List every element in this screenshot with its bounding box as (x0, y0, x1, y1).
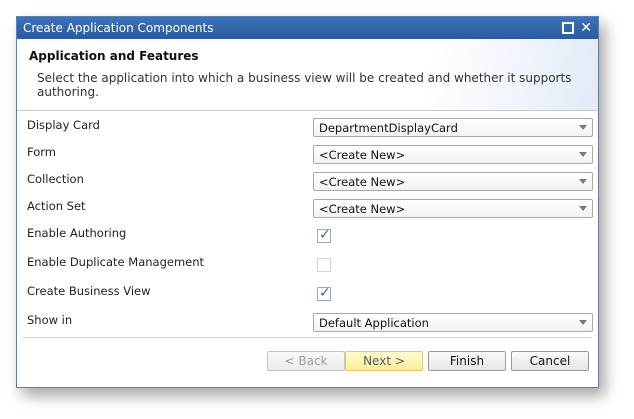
checkmark-icon: ✓ (319, 227, 331, 243)
display-card-select[interactable]: DepartmentDisplayCard (313, 118, 593, 137)
action-set-select[interactable]: <Create New> (313, 199, 593, 218)
collection-value: <Create New> (319, 175, 406, 189)
next-button[interactable]: Next > (345, 351, 423, 371)
chevron-down-icon[interactable] (574, 200, 592, 217)
wizard-step-title: Application and Features (29, 49, 199, 63)
display-card-label: Display Card (27, 118, 100, 132)
wizard-header: Application and Features Select the appl… (17, 39, 598, 111)
form-select[interactable]: <Create New> (313, 145, 593, 164)
create-application-components-dialog: Create Application Components ✕ Applicat… (16, 16, 599, 388)
form-label: Form (27, 145, 56, 159)
create-business-view-row: Create Business View ✓ (27, 284, 593, 306)
finish-button[interactable]: Finish (428, 351, 506, 371)
show-in-row: Show in Default Application (27, 313, 593, 335)
collection-row: Collection <Create New> (27, 172, 593, 194)
enable-authoring-checkbox[interactable]: ✓ (317, 227, 331, 243)
chevron-down-icon[interactable] (574, 173, 592, 190)
cancel-button[interactable]: Cancel (511, 351, 589, 371)
display-card-value: DepartmentDisplayCard (319, 121, 458, 135)
form-value: <Create New> (319, 148, 406, 162)
show-in-label: Show in (27, 313, 73, 327)
titlebar-controls: ✕ (562, 21, 592, 35)
close-icon[interactable]: ✕ (580, 21, 592, 35)
dialog-titlebar[interactable]: Create Application Components ✕ (17, 17, 598, 39)
chevron-down-icon[interactable] (574, 314, 592, 331)
enable-duplicate-management-checkbox[interactable] (317, 258, 331, 272)
checkmark-icon: ✓ (319, 285, 331, 301)
form-row: Form <Create New> (27, 145, 593, 167)
enable-duplicate-management-row: Enable Duplicate Management (27, 255, 593, 277)
footer-divider (23, 337, 592, 338)
back-button[interactable]: < Back (267, 351, 345, 371)
collection-label: Collection (27, 172, 84, 186)
action-set-value: <Create New> (319, 202, 406, 216)
action-set-label: Action Set (27, 199, 86, 213)
show-in-value: Default Application (319, 316, 429, 330)
chevron-down-icon[interactable] (574, 119, 592, 136)
wizard-step-description: Select the application into which a busi… (37, 71, 572, 99)
show-in-select[interactable]: Default Application (313, 313, 593, 332)
display-card-row: Display Card DepartmentDisplayCard (27, 118, 593, 140)
enable-duplicate-management-label: Enable Duplicate Management (27, 255, 205, 269)
create-business-view-checkbox[interactable]: ✓ (317, 285, 331, 301)
create-business-view-label: Create Business View (27, 284, 151, 298)
chevron-down-icon[interactable] (574, 146, 592, 163)
enable-authoring-label: Enable Authoring (27, 226, 127, 240)
maximize-icon[interactable] (562, 22, 575, 34)
action-set-row: Action Set <Create New> (27, 199, 593, 221)
dialog-title: Create Application Components (23, 21, 214, 35)
enable-authoring-row: Enable Authoring ✓ (27, 226, 593, 248)
collection-select[interactable]: <Create New> (313, 172, 593, 191)
